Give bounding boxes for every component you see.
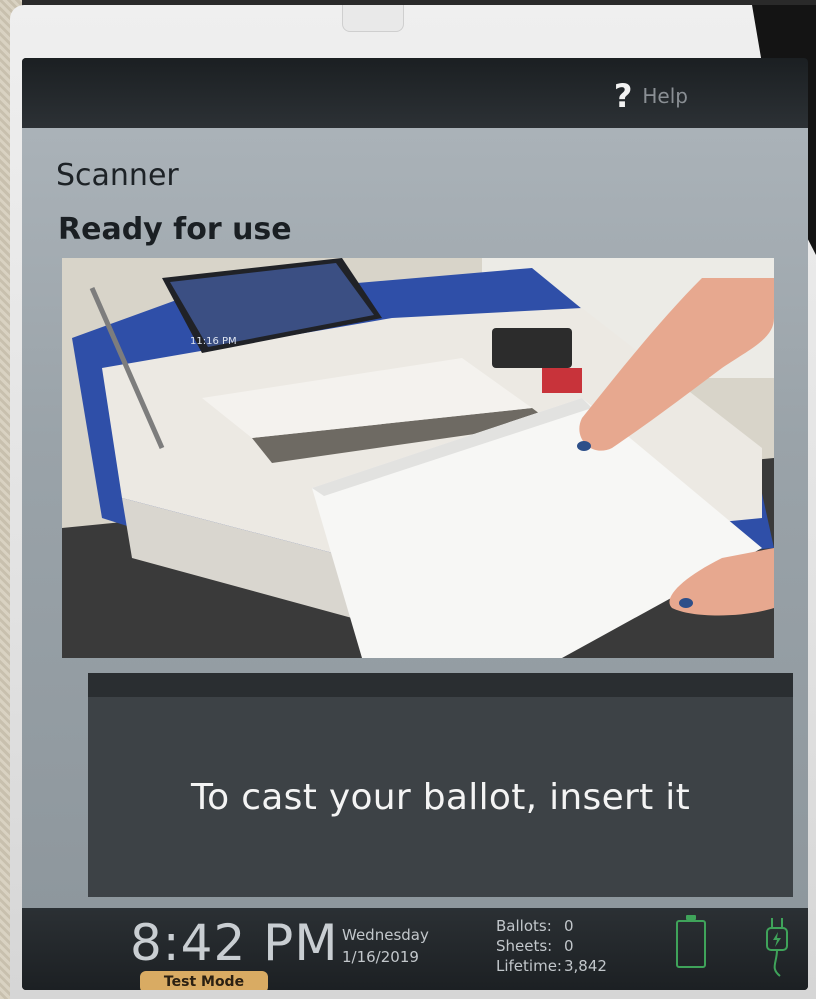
scanner-screen: ? Help Scanner Ready for use 11:16 PM To…: [22, 58, 808, 990]
ballots-row: Ballots: 0: [496, 916, 607, 936]
help-button[interactable]: ? Help: [614, 80, 688, 112]
page-subtitle: Scanner: [56, 158, 179, 193]
instruction-panel: To cast your ballot, insert it: [88, 673, 793, 897]
calendar-date: 1/16/2019: [342, 948, 419, 966]
lifetime-value: 3,842: [564, 957, 607, 975]
sheets-row: Sheets: 0: [496, 936, 607, 956]
status-bar: 8:42 PM Test Mode Wednesday 1/16/2019 Ba…: [22, 908, 808, 990]
weekday: Wednesday: [342, 926, 429, 944]
top-bar: ? Help: [22, 58, 808, 128]
lifetime-row: Lifetime: 3,842: [496, 956, 607, 976]
sheets-label: Sheets:: [496, 937, 553, 955]
date-display: Wednesday 1/16/2019: [342, 924, 429, 968]
main-content: Scanner Ready for use 11:16 PM To cast y…: [22, 128, 808, 908]
help-label: Help: [642, 84, 688, 108]
ballots-value: 0: [564, 917, 574, 935]
battery-icon: [676, 915, 706, 968]
clock-time: 8:42 PM: [130, 914, 339, 972]
ballot-counters: Ballots: 0 Sheets: 0 Lifetime: 3,842: [496, 916, 607, 976]
mini-screen-time: 11:16 PM: [190, 336, 237, 347]
question-mark-icon: ?: [613, 77, 633, 115]
ballot-insertion-illustration: 11:16 PM: [62, 258, 774, 658]
power-plug-icon: [766, 918, 788, 977]
instruction-text: To cast your ballot, insert it: [190, 776, 691, 818]
scanner-photo: 11:16 PM: [62, 258, 774, 658]
bezel-notch: [342, 5, 404, 32]
lifetime-label: Lifetime:: [496, 957, 562, 975]
test-mode-badge: Test Mode: [140, 971, 268, 990]
ballots-label: Ballots:: [496, 917, 552, 935]
sheets-value: 0: [564, 937, 574, 955]
page-title: Ready for use: [58, 212, 292, 247]
